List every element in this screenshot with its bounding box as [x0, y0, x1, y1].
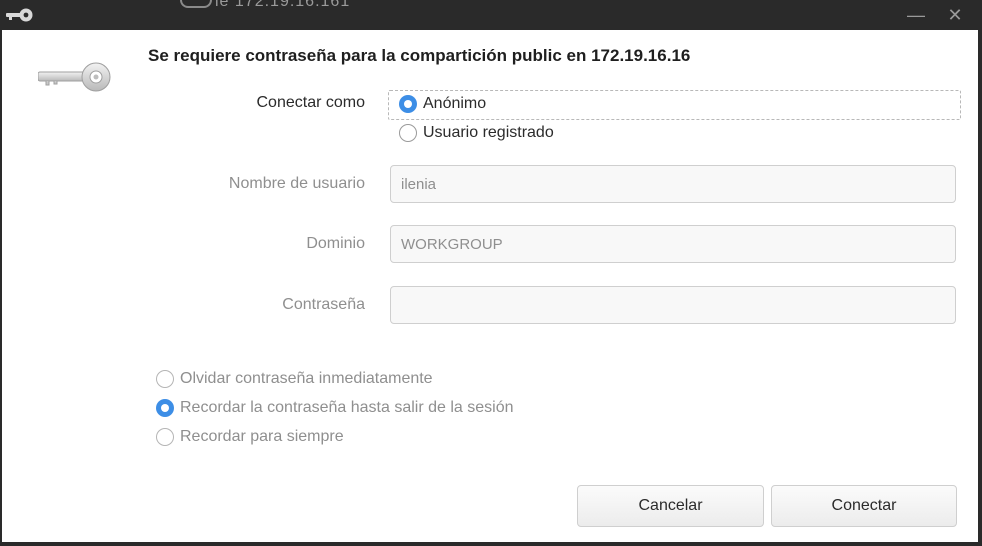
window-border-left: [0, 30, 2, 546]
password-label: Contraseña: [282, 296, 365, 313]
radio-forget-immediately-indicator[interactable]: [156, 370, 174, 388]
radio-remember-forever-indicator[interactable]: [156, 428, 174, 446]
domain-label: Dominio: [306, 235, 365, 252]
background-window-title: le 172.19.16.161: [215, 0, 351, 10]
password-field[interactable]: [390, 286, 956, 324]
radio-forget-immediately[interactable]: Olvidar contraseña inmediatamente: [156, 370, 433, 388]
radio-registered-user-label: Usuario registrado: [423, 124, 554, 141]
radio-registered-user[interactable]: Usuario registrado: [399, 124, 554, 142]
close-button[interactable]: ✕: [944, 4, 966, 26]
radio-remember-until-logout-indicator[interactable]: [156, 399, 174, 417]
window-border-bottom: [0, 542, 982, 546]
radio-anonymous-label: Anónimo: [423, 95, 487, 112]
background-window-icon: [180, 0, 212, 8]
radio-registered-user-indicator[interactable]: [399, 124, 417, 142]
radio-anonymous[interactable]: Anónimo: [399, 95, 486, 113]
password-key-icon: [37, 62, 114, 99]
radio-remember-until-logout-label: Recordar la contraseña hasta salir de la…: [180, 399, 514, 416]
key-icon: [6, 8, 36, 27]
radio-remember-forever[interactable]: Recordar para siempre: [156, 428, 344, 446]
username-field[interactable]: [390, 165, 956, 203]
window-titlebar[interactable]: le 172.19.16.161 — ✕: [0, 0, 982, 30]
radio-forget-immediately-label: Olvidar contraseña inmediatamente: [180, 370, 433, 387]
window-border-right: [978, 30, 982, 546]
radio-remember-until-logout[interactable]: Recordar la contraseña hasta salir de la…: [156, 399, 514, 417]
connect-as-label: Conectar como: [256, 94, 366, 111]
radio-anonymous-indicator[interactable]: [399, 95, 417, 113]
minimize-button[interactable]: —: [905, 4, 927, 26]
dialog-heading: Se requiere contraseña para la compartic…: [148, 46, 691, 65]
domain-field[interactable]: [390, 225, 956, 263]
cancel-button[interactable]: Cancelar: [577, 485, 764, 527]
radio-remember-forever-label: Recordar para siempre: [180, 428, 344, 445]
connect-button[interactable]: Conectar: [771, 485, 957, 527]
username-label: Nombre de usuario: [228, 175, 365, 192]
